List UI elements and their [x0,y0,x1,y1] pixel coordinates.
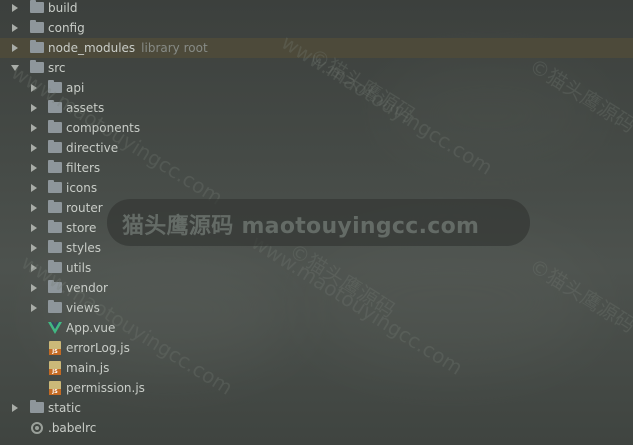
expand-arrow-icon[interactable] [31,244,37,252]
tree-item-label: styles [66,241,102,255]
tree-item-components[interactable]: components [0,118,633,138]
tree-item-config[interactable]: config [0,18,633,38]
expand-arrow-icon[interactable] [31,264,37,272]
expand-arrow-icon[interactable] [31,144,37,152]
tree-item-build[interactable]: build [0,0,633,18]
tree-item-label: directive [66,141,119,155]
folder-icon [48,180,62,193]
tree-item-label: .babelrc [48,421,97,435]
expand-arrow-icon[interactable] [31,124,37,132]
folder-icon [30,400,44,413]
tree-item-api[interactable]: api [0,78,633,98]
project-tree-panel: build config node_modules library root sr… [0,0,633,445]
js-badge: JS [49,349,61,355]
tree-item-label: main.js [66,361,110,375]
tree-item-utils[interactable]: utils [0,258,633,278]
expand-arrow-icon[interactable] [31,224,37,232]
tree-item-label: views [66,301,100,315]
tree-item-babelrc[interactable]: .babelrc [0,418,633,438]
folder-icon [48,200,62,213]
tree-item-permission-js[interactable]: JS permission.js [0,378,633,398]
tree-item-label: App.vue [66,321,116,335]
tree-item-vendor[interactable]: vendor [0,278,633,298]
expand-arrow-icon[interactable] [31,84,37,92]
folder-icon [30,20,44,33]
expand-arrow-icon[interactable] [12,404,18,412]
expand-arrow-icon[interactable] [31,164,37,172]
js-file-icon: JS [49,361,61,375]
watermark-banner-text: 猫头鹰源码 maotouyingcc.com [122,214,480,239]
folder-icon [48,280,62,293]
tree-item-label: node_modules [48,41,136,55]
tree-item-label: assets [66,101,105,115]
folder-icon [30,60,44,73]
tree-item-label: api [66,81,85,95]
expand-arrow-icon[interactable] [12,44,18,52]
folder-icon [48,120,62,133]
js-file-icon: JS [49,341,61,355]
tree-item-label: src [48,61,66,75]
config-file-icon [31,422,43,434]
tree-item-label-group: node_modules library root [48,38,208,58]
folder-icon [48,300,62,313]
tree-item-label: router [66,201,103,215]
tree-item-assets[interactable]: assets [0,98,633,118]
expand-arrow-icon[interactable] [31,104,37,112]
expand-arrow-icon[interactable] [12,4,18,12]
vue-file-icon [48,322,62,334]
tree-item-label: icons [66,181,98,195]
js-badge: JS [49,369,61,375]
folder-icon [48,260,62,273]
tree-item-label: errorLog.js [66,341,130,355]
tree-item-icons[interactable]: icons [0,178,633,198]
expand-arrow-icon[interactable] [31,284,37,292]
js-file-icon: JS [49,381,61,395]
tree-item-label: config [48,21,85,35]
tree-item-app-vue[interactable]: App.vue [0,318,633,338]
js-badge: JS [49,389,61,395]
tree-item-errorlog-js[interactable]: JS errorLog.js [0,338,633,358]
tree-item-label: static [48,401,81,415]
folder-icon [48,160,62,173]
collapse-arrow-icon[interactable] [11,65,19,71]
library-root-hint: library root [141,41,208,55]
tree-item-src[interactable]: src [0,58,633,78]
tree-item-label: filters [66,161,101,175]
tree-item-label: vendor [66,281,108,295]
expand-arrow-icon[interactable] [31,304,37,312]
folder-icon [48,100,62,113]
folder-icon [48,80,62,93]
tree-item-main-js[interactable]: JS main.js [0,358,633,378]
expand-arrow-icon[interactable] [31,204,37,212]
tree-item-filters[interactable]: filters [0,158,633,178]
folder-icon [30,0,44,13]
folder-icon [30,40,44,53]
tree-item-label: build [48,1,78,15]
expand-arrow-icon[interactable] [12,24,18,32]
tree-item-views[interactable]: views [0,298,633,318]
tree-item-label: store [66,221,97,235]
folder-icon [48,140,62,153]
tree-item-directive[interactable]: directive [0,138,633,158]
folder-icon [48,220,62,233]
expand-arrow-icon[interactable] [31,184,37,192]
tree-item-node-modules[interactable]: node_modules library root [0,38,633,58]
folder-icon [48,240,62,253]
tree-item-label: components [66,121,141,135]
tree-item-label: permission.js [66,381,145,395]
tree-item-label: utils [66,261,92,275]
tree-item-static[interactable]: static [0,398,633,418]
